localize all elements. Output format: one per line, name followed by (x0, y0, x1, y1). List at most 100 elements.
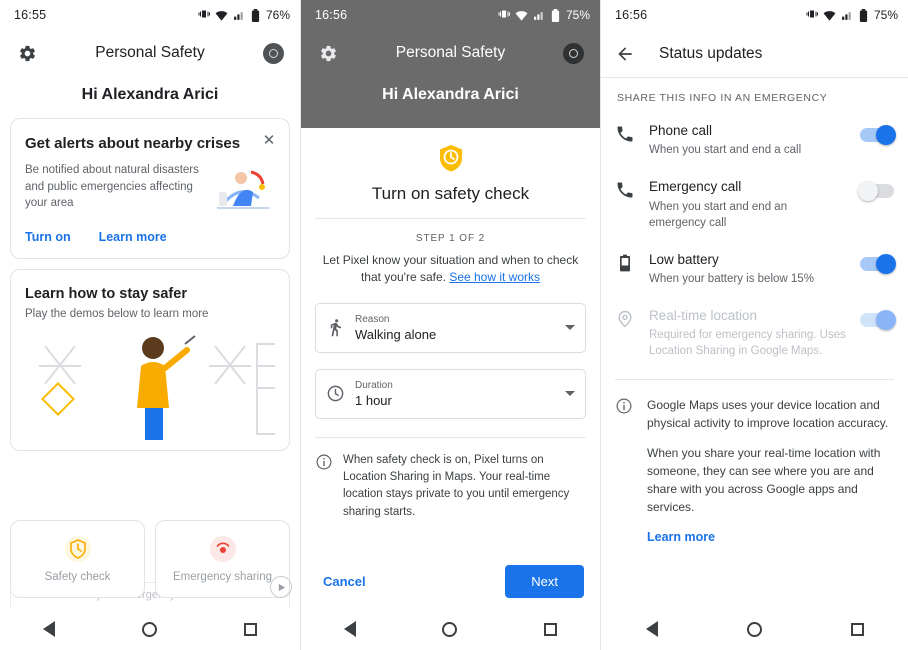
row-phone-call[interactable]: Phone call When you start and end a call (601, 112, 908, 168)
duration-label: Duration (355, 379, 393, 391)
learn-more-button[interactable]: Learn more (99, 230, 167, 244)
signal-icon (233, 10, 246, 21)
battery-icon (551, 8, 560, 22)
battery-icon (251, 8, 260, 22)
safety-check-icon (64, 535, 92, 563)
gear-icon[interactable] (14, 40, 40, 66)
chip-safety-check-label: Safety check (44, 571, 111, 583)
status-clock: 16:56 (315, 8, 348, 22)
greeting-text: Hi Alexandra Arici (382, 86, 519, 103)
reason-field[interactable]: Reason Walking alone (315, 302, 586, 353)
reason-value: Walking alone (355, 326, 437, 342)
see-how-it-works-link[interactable]: See how it works (449, 270, 540, 284)
wifi-icon (515, 10, 528, 21)
play-demo-icon[interactable] (270, 576, 292, 598)
info-paragraph-1: Google Maps uses your device location an… (647, 398, 889, 431)
walking-person-icon (326, 318, 345, 337)
app-bar: Personal Safety (0, 30, 300, 76)
step-description: Let Pixel know your situation and when t… (301, 252, 600, 287)
row-subtitle: When you start and end an emergency call (649, 200, 788, 229)
home-button[interactable] (141, 621, 157, 637)
crisis-alerts-description: Be notified about natural disasters and … (25, 164, 199, 210)
screen-turn-on-safety-check: 16:56 75% Personal Safety Hi Alexandra A… (300, 0, 600, 650)
location-info-block: Google Maps uses your device location an… (601, 380, 908, 546)
battery-percent: 75% (565, 8, 590, 22)
battery-percent: 76% (265, 8, 290, 22)
vibrate-icon (806, 8, 818, 22)
safety-check-note-text: When safety check is on, Pixel turns on … (343, 453, 570, 518)
back-button[interactable] (645, 621, 658, 637)
row-title: Low battery (649, 251, 719, 267)
phone-icon (615, 124, 635, 144)
section-label: SHARE THIS INFO IN AN EMERGENCY (617, 92, 828, 104)
vibrate-icon (498, 8, 510, 22)
person-waving-illustration (25, 326, 275, 446)
chip-safety-check[interactable]: Safety check (10, 520, 145, 598)
learn-card-subtitle: Play the demos below to learn more (25, 308, 209, 320)
screen-status-updates: 16:56 75% Status updates SHARE THIS INFO… (600, 0, 908, 650)
learn-stay-safer-card: Learn how to stay safer Play the demos b… (10, 269, 290, 451)
toggle-real-time-location (860, 310, 896, 331)
back-arrow-icon[interactable] (615, 44, 635, 64)
toggle-low-battery[interactable] (860, 253, 896, 274)
vibrate-icon (198, 8, 210, 22)
recents-button[interactable] (243, 622, 257, 636)
gear-icon[interactable] (315, 40, 341, 66)
close-icon[interactable]: ✕ (261, 133, 277, 149)
cancel-button[interactable]: Cancel (317, 566, 372, 597)
home-button[interactable] (746, 621, 762, 637)
home-button[interactable] (442, 621, 458, 637)
status-bar: 16:56 75% (301, 0, 600, 30)
system-nav-bar (301, 608, 600, 650)
toggle-phone-call[interactable] (860, 125, 896, 145)
chevron-down-icon[interactable] (565, 325, 575, 331)
battery-icon (859, 8, 868, 22)
system-nav-bar (0, 608, 300, 650)
row-emergency-call[interactable]: Emergency call When you start and end an… (601, 168, 908, 240)
row-title: Phone call (649, 123, 713, 138)
row-title: Emergency call (649, 179, 742, 195)
next-button[interactable]: Next (505, 565, 584, 598)
avatar[interactable] (260, 40, 286, 66)
chevron-down-icon[interactable] (565, 391, 575, 397)
crisis-alerts-title: Get alerts about nearby crises (25, 135, 241, 152)
sheet-actions: Cancel Next (301, 565, 600, 598)
battery-percent: 75% (873, 8, 898, 22)
back-button[interactable] (344, 621, 357, 637)
learn-more-link[interactable]: Learn more (647, 530, 715, 544)
battery-low-icon (615, 253, 635, 273)
status-bar: 16:55 76% (0, 0, 300, 30)
step-label: STEP 1 OF 2 (415, 233, 486, 244)
page-title: Personal Safety (395, 44, 506, 61)
status-icon-group: 75% (806, 8, 898, 22)
row-subtitle: When your battery is below 15% (649, 272, 814, 285)
wifi-icon (823, 10, 836, 21)
duration-field[interactable]: Duration 1 hour (315, 368, 586, 419)
status-icon-group: 76% (198, 8, 290, 22)
toggle-emergency-call[interactable] (858, 181, 894, 202)
signal-icon (841, 10, 854, 21)
row-low-battery[interactable]: Low battery When your battery is below 1… (601, 241, 908, 297)
sheet-title: Turn on safety check (371, 184, 530, 203)
page-title: Personal Safety (95, 44, 205, 61)
screen-personal-safety-home: 16:55 76% Personal Safety Hi Alexandra A… (0, 0, 300, 650)
page-title: Status updates (659, 44, 763, 62)
avatar[interactable] (560, 40, 586, 66)
safety-check-note: When safety check is on, Pixel turns on … (315, 436, 586, 521)
info-icon (615, 397, 633, 415)
status-clock: 16:55 (14, 8, 47, 22)
system-nav-bar (601, 608, 908, 650)
row-subtitle: Required for emergency sharing. Uses Loc… (649, 329, 846, 358)
turn-on-button[interactable]: Turn on (25, 230, 71, 244)
recents-button[interactable] (543, 622, 557, 636)
emergency-sharing-icon (209, 535, 237, 563)
crisis-alerts-card: ✕ Get alerts about nearby crises Be noti… (10, 118, 290, 259)
app-bar: Status updates (601, 30, 908, 78)
status-icon-group: 75% (498, 8, 590, 22)
row-title: Real-time location (649, 308, 758, 324)
reason-label: Reason (355, 313, 390, 325)
back-button[interactable] (43, 621, 56, 637)
recents-button[interactable] (850, 622, 864, 636)
location-pin-icon (615, 309, 635, 329)
safety-check-sheet: Turn on safety check STEP 1 OF 2 Let Pix… (301, 128, 600, 650)
